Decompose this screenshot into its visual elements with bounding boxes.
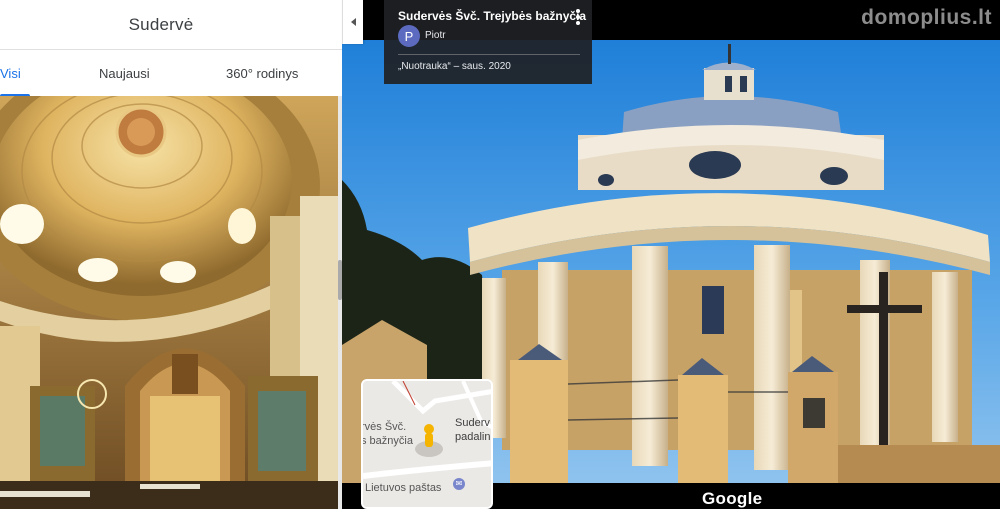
- chevron-left-icon: [350, 18, 356, 26]
- photos-panel: Sudervė Visi Naujausi 360° rodinys: [0, 0, 342, 509]
- tab-latest-label: Naujausi: [99, 66, 150, 81]
- collapse-panel-button[interactable]: [342, 0, 363, 44]
- tab-all-label: Visi: [0, 66, 21, 81]
- domoplius-watermark: domoplius.lt: [861, 6, 992, 29]
- panel-title: Sudervė: [128, 14, 194, 34]
- map-label-church-1: rvės Švč.: [361, 421, 407, 433]
- interior-photo[interactable]: [0, 96, 338, 509]
- map-label-suderve: Suderv: [455, 417, 490, 429]
- author-name[interactable]: Piotr: [425, 30, 446, 41]
- map-label-padalinys: padalin: [455, 431, 491, 443]
- tab-360-label: 360° rodinys: [226, 66, 299, 81]
- photo-tabs: Visi Naujausi 360° rodinys: [0, 50, 342, 97]
- mail-icon: ✉: [453, 478, 465, 490]
- tab-all[interactable]: Visi: [0, 66, 21, 81]
- place-title[interactable]: Sudervės Švč. Trejybės bažnyčia: [398, 9, 586, 23]
- tab-latest[interactable]: Naujausi: [99, 66, 150, 81]
- photo-info-card: Sudervės Švč. Trejybės bažnyčia P Piotr …: [384, 0, 592, 84]
- map-label-church-2: s bažnyčia: [361, 435, 413, 447]
- google-logo: Google: [702, 489, 763, 508]
- more-vert-icon[interactable]: [576, 9, 580, 25]
- map-label-post: Lietuvos paštas: [365, 482, 442, 494]
- tab-360[interactable]: 360° rodinys: [226, 66, 298, 81]
- minimap[interactable]: rvės Švč. s bažnyčia Suderv padalin Liet…: [361, 379, 493, 509]
- panel-header: Sudervė: [0, 0, 342, 50]
- card-divider: [398, 54, 580, 55]
- author-avatar[interactable]: P: [398, 25, 420, 47]
- photo-date: „Nuotrauka“ – saus. 2020: [398, 61, 511, 72]
